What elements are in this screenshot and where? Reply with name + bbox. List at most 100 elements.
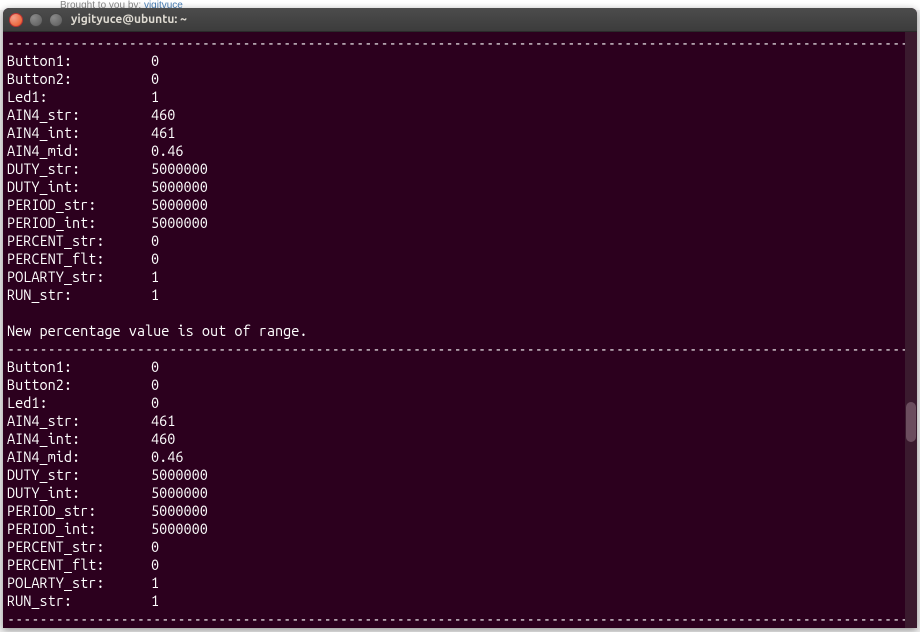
output-row: RUN_str:1 bbox=[7, 592, 913, 610]
minimize-icon[interactable] bbox=[29, 13, 43, 27]
output-value: 1 bbox=[151, 592, 159, 610]
output-row: POLARTY_str:1 bbox=[7, 268, 913, 286]
terminal-body[interactable]: ----------------------------------------… bbox=[3, 32, 917, 628]
output-row: AIN4_int:461 bbox=[7, 124, 913, 142]
output-value: 0.46 bbox=[151, 142, 183, 160]
close-icon[interactable] bbox=[9, 13, 23, 27]
output-row: DUTY_str:5000000 bbox=[7, 160, 913, 178]
output-label: DUTY_int: bbox=[7, 178, 151, 196]
output-value: 0.46 bbox=[151, 448, 183, 466]
divider-line: ----------------------------------------… bbox=[7, 340, 913, 358]
output-value: 5000000 bbox=[151, 196, 208, 214]
output-row: PERCENT_flt:0 bbox=[7, 250, 913, 268]
titlebar[interactable]: yigityuce@ubuntu: ~ bbox=[3, 8, 917, 32]
output-label: DUTY_str: bbox=[7, 160, 151, 178]
output-label: PERCENT_flt: bbox=[7, 556, 151, 574]
output-row: AIN4_str:461 bbox=[7, 412, 913, 430]
output-row: DUTY_int:5000000 bbox=[7, 178, 913, 196]
output-label: Button2: bbox=[7, 70, 151, 88]
output-row: Led1:0 bbox=[7, 394, 913, 412]
window-controls bbox=[9, 13, 63, 27]
output-block-2: Button1:0Button2:0Led1:0AIN4_str:461AIN4… bbox=[7, 358, 913, 610]
output-value: 0 bbox=[151, 70, 159, 88]
output-row: Button2:0 bbox=[7, 376, 913, 394]
output-value: 461 bbox=[151, 412, 175, 430]
output-value: 5000000 bbox=[151, 178, 208, 196]
output-value: 5000000 bbox=[151, 160, 208, 178]
output-value: 0 bbox=[151, 358, 159, 376]
output-label: POLARTY_str: bbox=[7, 268, 151, 286]
output-row: RUN_str:1 bbox=[7, 286, 913, 304]
output-row: PERCENT_str:0 bbox=[7, 538, 913, 556]
output-label: AIN4_mid: bbox=[7, 142, 151, 160]
error-message: New percentage value is out of range. bbox=[7, 322, 913, 340]
output-label: AIN4_int: bbox=[7, 124, 151, 142]
output-label: DUTY_int: bbox=[7, 484, 151, 502]
output-row: Led1:1 bbox=[7, 88, 913, 106]
output-label: RUN_str: bbox=[7, 592, 151, 610]
output-label: POLARTY_str: bbox=[7, 574, 151, 592]
output-row: Button2:0 bbox=[7, 70, 913, 88]
output-label: AIN4_int: bbox=[7, 430, 151, 448]
window-title: yigityuce@ubuntu: ~ bbox=[71, 13, 187, 26]
output-label: Led1: bbox=[7, 394, 151, 412]
output-label: PERCENT_str: bbox=[7, 232, 151, 250]
output-row: Button1:0 bbox=[7, 52, 913, 70]
output-value: 5000000 bbox=[151, 484, 208, 502]
output-value: 460 bbox=[151, 430, 175, 448]
output-row: PERCENT_flt:0 bbox=[7, 556, 913, 574]
divider-line: ----------------------------------------… bbox=[7, 34, 913, 52]
scrollbar-track[interactable] bbox=[905, 32, 917, 628]
output-label: Button1: bbox=[7, 52, 151, 70]
output-value: 5000000 bbox=[151, 520, 208, 538]
output-row: POLARTY_str:1 bbox=[7, 574, 913, 592]
output-value: 1 bbox=[151, 88, 159, 106]
output-label: PERCENT_flt: bbox=[7, 250, 151, 268]
output-row: DUTY_int:5000000 bbox=[7, 484, 913, 502]
output-label: RUN_str: bbox=[7, 286, 151, 304]
output-label: PERIOD_str: bbox=[7, 502, 151, 520]
terminal-window: yigityuce@ubuntu: ~ --------------------… bbox=[3, 8, 917, 628]
output-value: 1 bbox=[151, 286, 159, 304]
output-value: 0 bbox=[151, 394, 159, 412]
divider-line: ----------------------------------------… bbox=[7, 610, 913, 628]
output-value: 0 bbox=[151, 538, 159, 556]
output-row: AIN4_mid:0.46 bbox=[7, 142, 913, 160]
output-value: 5000000 bbox=[151, 214, 208, 232]
output-value: 1 bbox=[151, 268, 159, 286]
output-label: PERIOD_str: bbox=[7, 196, 151, 214]
output-value: 5000000 bbox=[151, 466, 208, 484]
output-label: Led1: bbox=[7, 88, 151, 106]
output-row: Button1:0 bbox=[7, 358, 913, 376]
output-label: AIN4_mid: bbox=[7, 448, 151, 466]
output-value: 0 bbox=[151, 232, 159, 250]
scrollbar-thumb[interactable] bbox=[906, 402, 916, 442]
output-label: PERIOD_int: bbox=[7, 520, 151, 538]
output-label: AIN4_str: bbox=[7, 412, 151, 430]
output-row: PERIOD_str:5000000 bbox=[7, 196, 913, 214]
output-label: DUTY_str: bbox=[7, 466, 151, 484]
output-label: PERIOD_int: bbox=[7, 214, 151, 232]
output-value: 5000000 bbox=[151, 502, 208, 520]
output-label: Button2: bbox=[7, 376, 151, 394]
output-value: 460 bbox=[151, 106, 175, 124]
maximize-icon[interactable] bbox=[49, 13, 63, 27]
output-label: Button1: bbox=[7, 358, 151, 376]
output-label: PERCENT_str: bbox=[7, 538, 151, 556]
output-row: DUTY_str:5000000 bbox=[7, 466, 913, 484]
output-row: AIN4_mid:0.46 bbox=[7, 448, 913, 466]
output-row: PERCENT_str:0 bbox=[7, 232, 913, 250]
output-value: 0 bbox=[151, 250, 159, 268]
output-value: 0 bbox=[151, 52, 159, 70]
output-row: AIN4_str:460 bbox=[7, 106, 913, 124]
output-value: 0 bbox=[151, 376, 159, 394]
output-value: 1 bbox=[151, 574, 159, 592]
blank-line bbox=[7, 304, 913, 322]
output-row: AIN4_int:460 bbox=[7, 430, 913, 448]
output-row: PERIOD_str:5000000 bbox=[7, 502, 913, 520]
output-label: AIN4_str: bbox=[7, 106, 151, 124]
output-value: 461 bbox=[151, 124, 175, 142]
output-block-1: Button1:0Button2:0Led1:1AIN4_str:460AIN4… bbox=[7, 52, 913, 304]
output-value: 0 bbox=[151, 556, 159, 574]
output-row: PERIOD_int:5000000 bbox=[7, 520, 913, 538]
